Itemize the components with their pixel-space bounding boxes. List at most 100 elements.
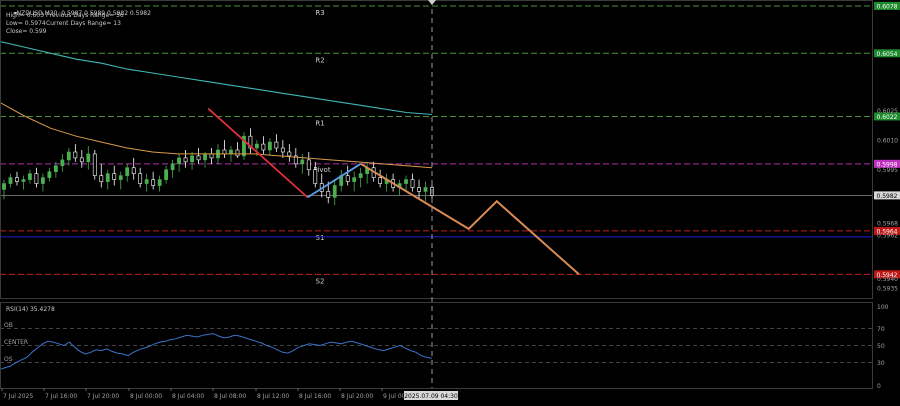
time-cursor-marker-icon	[428, 0, 436, 5]
current-price-text: 0.5982	[877, 193, 898, 200]
x-tick-label: 7 Jul 20:00	[87, 393, 119, 400]
candle-body	[61, 160, 64, 166]
x-tick-label: 7 Jul 16:00	[45, 393, 77, 400]
candle-body	[379, 178, 382, 184]
candle-body	[35, 174, 38, 184]
candle-body	[87, 154, 90, 162]
candle-body	[158, 180, 161, 186]
y-tick-label: 0.5940	[877, 276, 898, 283]
rsi-level-label: OB	[4, 322, 13, 329]
candle-body	[223, 150, 226, 154]
candle-body	[48, 172, 51, 178]
candle-body	[404, 180, 407, 184]
candle-body	[119, 176, 122, 180]
moving-average-orange	[0, 103, 432, 168]
candle-body	[359, 174, 362, 178]
pivot-levels: R3R2R1PivotS1S2	[0, 6, 872, 285]
candle-body	[210, 154, 213, 158]
moving-average-cyan	[0, 42, 432, 115]
candle-body	[41, 178, 44, 184]
candle-body	[74, 152, 77, 158]
candle-body	[165, 170, 168, 180]
y-tick-label: 0.5962	[877, 232, 898, 239]
main-pane-border	[1, 1, 873, 299]
candle-body	[314, 170, 317, 184]
low-label: Low= 0.5974	[6, 20, 46, 28]
candle-body	[333, 186, 336, 198]
rsi-line	[0, 334, 432, 370]
candle-body	[132, 168, 135, 174]
candle-body	[184, 158, 187, 162]
candle-body	[113, 174, 116, 180]
candle-body	[307, 160, 310, 170]
x-tick-label: 7 Jul 2025	[3, 393, 33, 400]
candle-body	[126, 168, 129, 176]
candle-body	[327, 191, 330, 197]
prev-range-label: Previous Days Range= 56	[46, 12, 124, 20]
candle-body	[22, 180, 25, 182]
candle-body	[288, 152, 291, 156]
curr-range-label: Current Days Range= 13	[46, 20, 121, 28]
candle-body	[417, 187, 420, 191]
candle-body	[268, 142, 271, 150]
rsi-y-tick: 0	[877, 383, 881, 390]
candle-body	[255, 144, 258, 148]
rsi-y-tick: 100	[877, 304, 889, 311]
candle-body	[411, 180, 414, 188]
candle-body	[100, 176, 103, 182]
x-tick-label: 8 Jul 20:00	[341, 393, 373, 400]
high-label: High= 0.603	[6, 12, 44, 20]
candle-body	[15, 178, 18, 182]
candle-body	[2, 184, 5, 190]
y-tick-label: 0.6010	[877, 138, 898, 145]
candle-body	[139, 174, 142, 184]
candle-body	[281, 148, 284, 152]
rsi-pane: RSI(14) 35.4278OBCENTEROS1007050300	[0, 304, 889, 390]
trading-chart[interactable]: R3R2R1PivotS1S2 RSI(14) 35.4278OBCENTERO…	[0, 0, 900, 402]
x-tick-label: 8 Jul 00:00	[130, 393, 162, 400]
candle-body	[54, 166, 57, 172]
candle-body	[106, 174, 109, 182]
candle-body	[80, 158, 83, 162]
y-tick-label: 0.5968	[877, 221, 898, 228]
candle-body	[145, 180, 148, 184]
moving-averages	[0, 42, 432, 168]
candle-body	[28, 174, 31, 180]
close-label: Close= 0.599	[6, 28, 46, 36]
candle-body	[203, 154, 206, 160]
y-tick-label: 0.5935	[877, 286, 898, 293]
level-label-r3: R3	[315, 9, 324, 17]
cursor-time-label: 2025.07.09 04:30	[404, 393, 458, 400]
candle-body	[171, 164, 174, 170]
chart-canvas[interactable]: R3R2R1PivotS1S2 RSI(14) 35.4278OBCENTERO…	[0, 0, 900, 402]
candle-body	[152, 180, 155, 186]
x-tick-label: 8 Jul 16:00	[299, 393, 331, 400]
y-tick-label: 0.5995	[877, 167, 898, 174]
rsi-y-tick: 70	[877, 326, 885, 333]
candle-body	[262, 144, 265, 150]
rsi-y-tick: 30	[877, 360, 885, 367]
x-tick-label: 8 Jul 12:00	[257, 393, 289, 400]
level-label-r2: R2	[315, 56, 324, 64]
candle-body	[9, 178, 12, 184]
candle-body	[67, 152, 70, 160]
level-price-text-r2: 0.6054	[877, 51, 898, 58]
rsi-level-label: CENTER	[4, 339, 28, 346]
candle-body	[301, 160, 304, 164]
level-label-s2: S2	[316, 277, 325, 285]
level-label-s1: S1	[316, 234, 325, 242]
y-tick-label: 0.6025	[877, 108, 898, 115]
level-label-r1: R1	[315, 119, 324, 127]
candle-body	[229, 150, 232, 154]
candle-body	[197, 156, 200, 160]
candle-body	[93, 154, 96, 176]
rsi-y-tick: 50	[877, 343, 885, 350]
candle-body	[275, 142, 278, 148]
axes: 0.60780.60540.60220.59980.59640.59420.59…	[1, 0, 900, 400]
x-tick-label: 8 Jul 08:00	[214, 393, 246, 400]
rsi-level-label: OS	[4, 356, 13, 363]
level-price-text-r3: 0.6078	[877, 3, 898, 10]
candles	[2, 128, 433, 205]
candle-body	[424, 187, 427, 191]
candle-body	[353, 178, 356, 182]
